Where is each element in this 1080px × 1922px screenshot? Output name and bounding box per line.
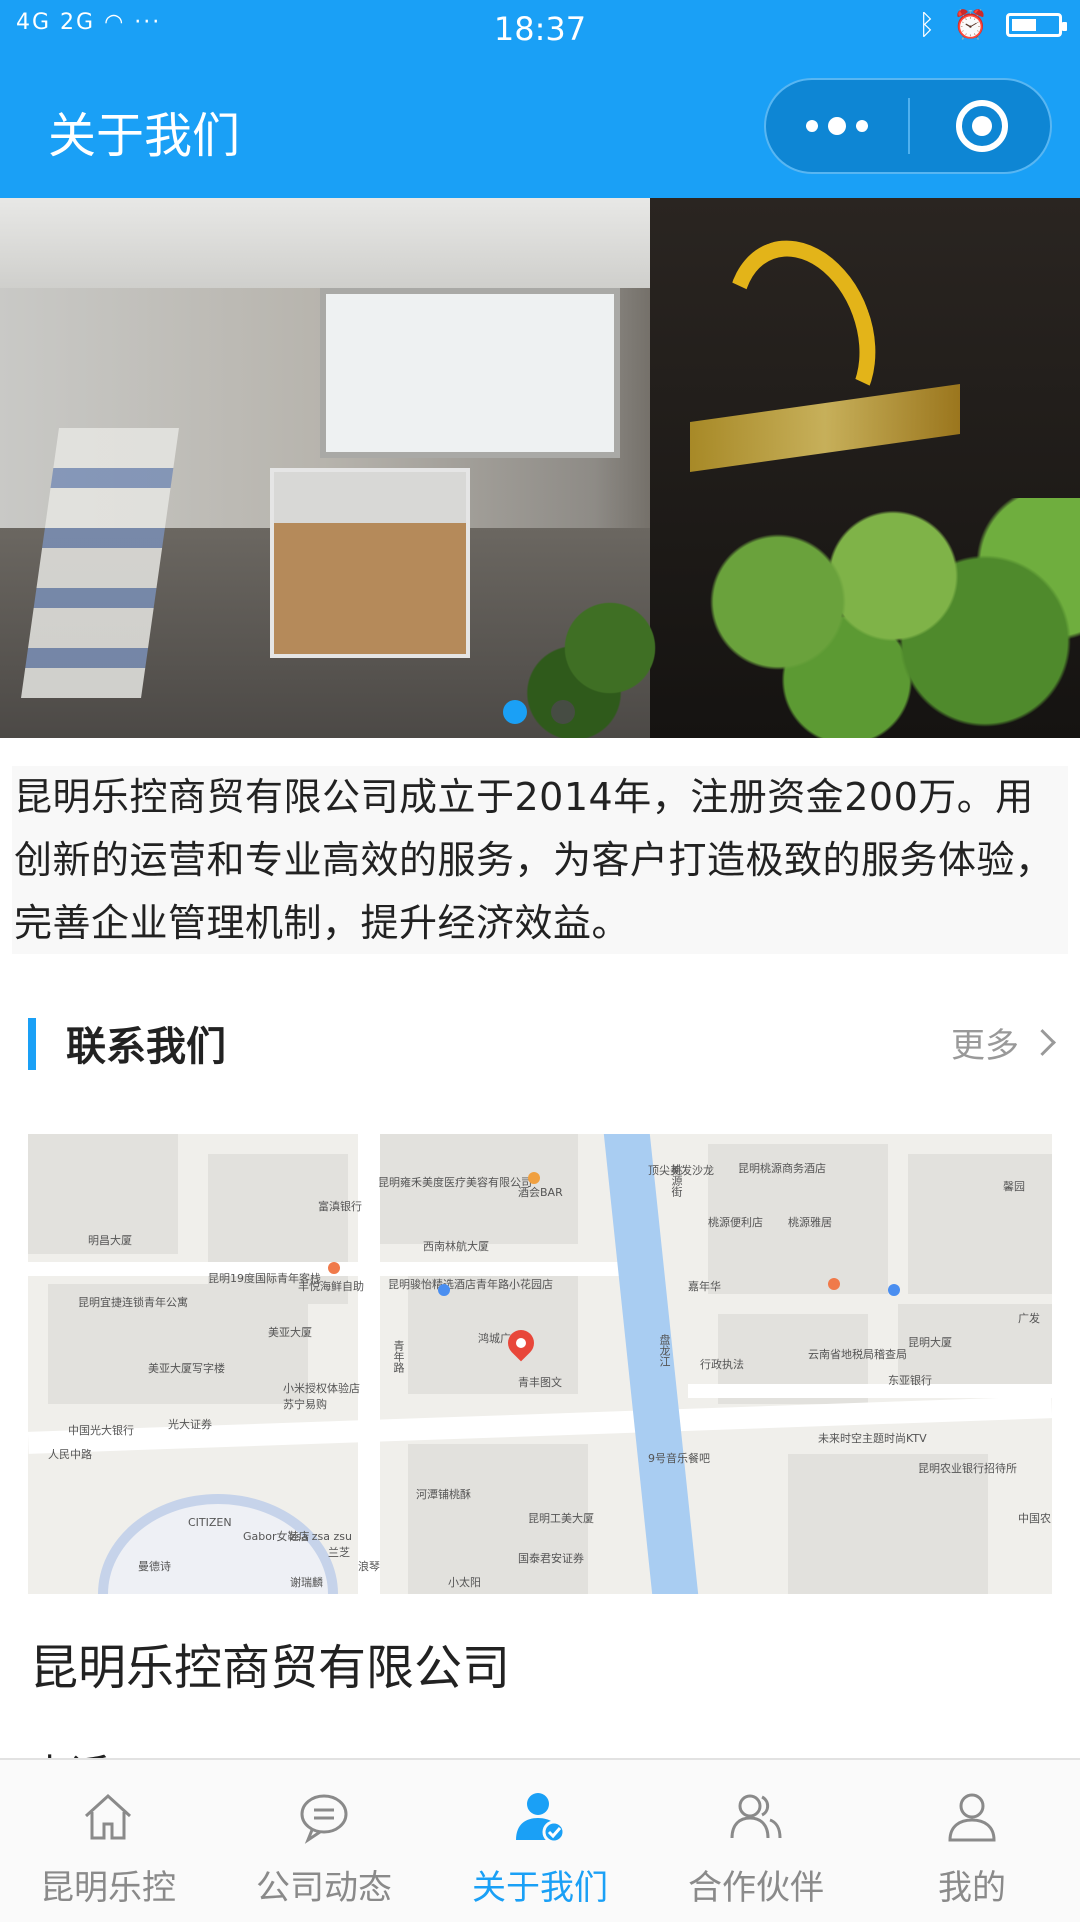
map-label: 嘉年华: [688, 1280, 721, 1293]
map-label: 浪琴: [358, 1560, 380, 1573]
navigation-bar: 关于我们: [0, 56, 1080, 198]
river: [603, 1134, 699, 1594]
tab-partners[interactable]: 合作伙伴: [648, 1760, 864, 1922]
map-label: 曼德诗: [138, 1560, 171, 1573]
map-label: 河潭铺桃酥: [416, 1488, 471, 1501]
bar-poi-icon: [528, 1172, 540, 1184]
map-label-road: 人民中路: [48, 1448, 92, 1461]
tab-label: 我的: [938, 1868, 1006, 1908]
map-label: 昆明宜捷连锁青年公寓: [78, 1296, 188, 1309]
map-label: 东亚银行: [888, 1374, 932, 1387]
user-verified-icon: [516, 1793, 566, 1844]
users-icon: [730, 1794, 782, 1839]
restaurant-poi-icon: [328, 1262, 340, 1274]
alarm-icon: ⏰: [953, 8, 988, 41]
bluetooth-icon: ᛒ: [918, 8, 936, 41]
carousel-indicator: [0, 700, 1080, 724]
map-label-road: 桃源街: [670, 1164, 683, 1197]
map-label: 馨园: [1003, 1180, 1025, 1193]
map-label: 美亚大厦: [268, 1326, 312, 1339]
section-title: 联系我们: [66, 1024, 226, 1070]
more-link[interactable]: 更多: [951, 1018, 1056, 1067]
map-label: 桃源雅居: [788, 1216, 832, 1229]
tab-label: 合作伙伴: [688, 1868, 824, 1908]
banner-carousel[interactable]: [0, 198, 1080, 738]
map-label: 9号音乐餐吧: [648, 1452, 710, 1465]
map-label: 兰芝: [328, 1546, 350, 1559]
map-label: 昆明农业银行招待所: [918, 1462, 1017, 1475]
map-label: 光大证券: [168, 1418, 212, 1431]
map-label: zsa zsa zsu: [290, 1530, 352, 1543]
map-label: 丰悦海鲜自助: [298, 1280, 364, 1293]
map-label: 小太阳: [448, 1576, 481, 1589]
tab-news[interactable]: 公司动态: [216, 1760, 432, 1922]
map-label: 苏宁易购: [283, 1398, 327, 1411]
map-label: 昆明桃源商务酒店: [738, 1162, 826, 1175]
close-miniprogram-button[interactable]: [956, 100, 1008, 152]
page-title: 关于我们: [48, 108, 241, 164]
map-label: 昆明大厦: [908, 1336, 952, 1349]
parking-poi-icon: [438, 1284, 450, 1296]
map-label-river: 盘龙江: [658, 1334, 671, 1367]
tab-label: 昆明乐控: [40, 1868, 176, 1908]
map-label: 明昌大厦: [88, 1234, 132, 1247]
map-label-road: 青年路: [392, 1340, 405, 1373]
tab-bar: 昆明乐控 公司动态 关于我们 合作伙伴 我的: [0, 1758, 1080, 1922]
section-accent-bar: [28, 1018, 36, 1070]
chat-icon: [300, 1794, 348, 1844]
map-label: 桃源便利店: [708, 1216, 763, 1229]
map-label: 昆明工美大厦: [528, 1512, 594, 1525]
carousel-dot-1[interactable]: [503, 700, 527, 724]
company-name: 昆明乐控商贸有限公司: [30, 1640, 511, 1696]
miniprogram-capsule: [764, 78, 1052, 174]
map-label: 国泰君安证券: [518, 1552, 584, 1565]
more-dots-icon: [806, 120, 818, 132]
map-label: 未来时空主题时尚KTV: [818, 1432, 927, 1445]
map-label: 青丰图文: [518, 1376, 562, 1389]
map-label: 富滇银行: [318, 1200, 362, 1213]
map-label: CITIZEN: [188, 1516, 232, 1529]
map-label: 云南省地税局稽查局: [808, 1348, 907, 1361]
parking-poi-icon: [888, 1284, 900, 1296]
person-icon: [948, 1793, 996, 1842]
map-label: 中国农: [1018, 1512, 1051, 1525]
location-map[interactable]: 昆明宜捷连锁青年公寓 明昌大厦 昆明19度国际青年客栈 丰悦海鲜自助 美亚大厦 …: [28, 1134, 1052, 1594]
map-label: 中国光大银行: [68, 1424, 134, 1437]
tab-label: 关于我们: [472, 1868, 608, 1908]
poi-icon: [828, 1278, 840, 1290]
map-label: 西南林航大厦: [423, 1240, 489, 1253]
map-label: 广发: [1018, 1312, 1040, 1325]
tab-about[interactable]: 关于我们: [432, 1760, 648, 1922]
status-bar: 4G 2G ◠ ··· 18:37 ᛒ ⏰: [0, 0, 1080, 56]
tab-mine[interactable]: 我的: [864, 1760, 1080, 1922]
map-label: 小米授权体验店: [283, 1382, 360, 1395]
carousel-dot-2[interactable]: [551, 700, 575, 724]
map-label: 昆明雍禾美度医疗美容有限公司: [378, 1176, 532, 1189]
map-label: 美亚大厦写字楼: [148, 1362, 225, 1375]
map-label: 昆明骏怡精选酒店青年路小花园店: [388, 1278, 553, 1291]
map-label: 酒会BAR: [518, 1186, 563, 1199]
more-menu-button[interactable]: [766, 80, 908, 172]
home-icon: [84, 1793, 132, 1840]
chevron-right-icon: [1029, 1029, 1056, 1056]
map-label: 谢瑞麟: [290, 1576, 323, 1589]
map-label: 行政执法: [700, 1358, 744, 1371]
tab-home[interactable]: 昆明乐控: [0, 1760, 216, 1922]
battery-icon: [1006, 12, 1067, 37]
tab-label: 公司动态: [256, 1868, 392, 1908]
company-intro: 昆明乐控商贸有限公司成立于2014年，注册资金200万。用创新的运营和专业高效的…: [12, 766, 1068, 954]
